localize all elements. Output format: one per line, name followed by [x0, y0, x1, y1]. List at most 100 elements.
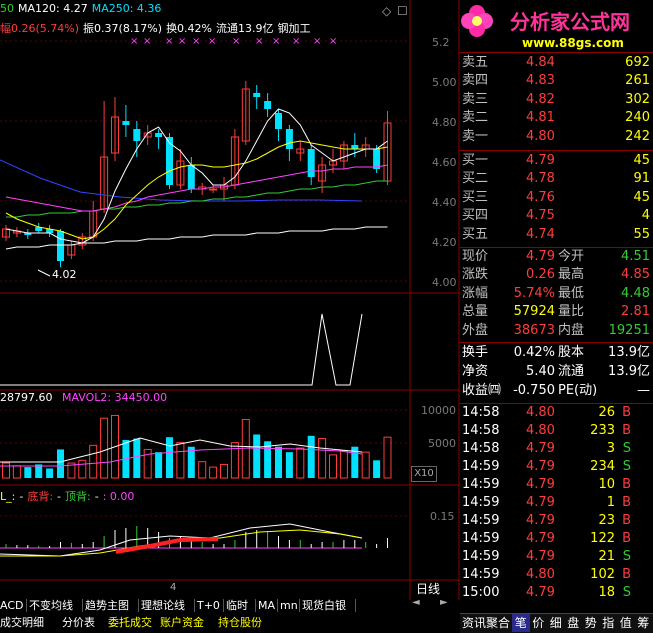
- volume-bar: [57, 449, 64, 478]
- indicator-tab-1[interactable]: 不变均线: [29, 597, 73, 614]
- right-tab-6[interactable]: 指: [600, 614, 618, 632]
- price-axis-label: 4.80: [432, 116, 457, 129]
- function-tab-4[interactable]: 持仓股份: [218, 615, 262, 631]
- price-axis-label: 4.00: [432, 276, 457, 289]
- indicator-tab-5[interactable]: 临时: [226, 597, 248, 614]
- order-price: 4.78: [526, 171, 555, 187]
- macd-label-4: 顶背:: [65, 490, 91, 503]
- tick-price: 4.79: [526, 549, 555, 564]
- tick-list[interactable]: 14:58 4.80 26 B 14:58 4.80 233 B 14:58 4.79 3 S 14:5…: [460, 404, 653, 602]
- signal-marker: ×: [292, 36, 301, 47]
- function-tab-1[interactable]: 分价表: [62, 615, 95, 631]
- stat-value: 2.81: [621, 304, 650, 320]
- buys-row[interactable]: 买三 4.76 45: [460, 189, 653, 207]
- sells-row[interactable]: 卖二 4.81 240: [460, 109, 653, 127]
- tick-price: 4.80: [526, 423, 555, 438]
- stat-label: 现价: [462, 249, 489, 264]
- order-price: 4.83: [526, 73, 555, 89]
- right-tab-4[interactable]: 盘: [565, 614, 583, 632]
- stat-value: —: [637, 383, 650, 398]
- right-tab-2[interactable]: 价: [530, 614, 548, 632]
- order-label: 卖四: [462, 73, 489, 89]
- tick-volume: 102: [590, 567, 615, 582]
- function-tab-2[interactable]: 委托成交: [108, 615, 152, 631]
- order-label: 买四: [462, 208, 489, 224]
- right-tab-0[interactable]: 资讯聚合: [460, 614, 512, 632]
- tick-price: 4.79: [526, 459, 555, 474]
- volume-bar: [275, 446, 282, 478]
- buys-row[interactable]: 买四 4.75 4: [460, 207, 653, 225]
- right-tab-7[interactable]: 值: [617, 614, 635, 632]
- volume-bar: [318, 438, 327, 479]
- stat-label: 涨跌: [462, 267, 489, 283]
- tick-row: 14:58 4.79 3 S: [460, 440, 653, 458]
- tick-bs: S: [622, 459, 631, 474]
- period-label[interactable]: 日线: [416, 580, 440, 597]
- stat-value: 57924: [513, 304, 555, 320]
- right-tab-1[interactable]: 笔: [512, 614, 530, 632]
- buys-row[interactable]: 买二 4.78 91: [460, 170, 653, 188]
- tick-row: 14:58 4.80 233 B: [460, 422, 653, 440]
- tab-separator: [26, 599, 27, 612]
- indicator-labels: 28797.60 MAVOL2: 34450.00: [0, 391, 167, 404]
- chart-area[interactable]: [0, 0, 460, 600]
- indicator-line: [0, 313, 363, 386]
- scroll-right-icon[interactable]: ►: [440, 597, 448, 608]
- indicator-tab-3[interactable]: 理想论线: [141, 597, 185, 614]
- stat-value: 4.79: [526, 249, 555, 264]
- scroll-left-icon[interactable]: ◄: [412, 597, 420, 608]
- volume-bar: [339, 450, 348, 479]
- stat-value: 0.42%: [513, 345, 555, 360]
- indicator-tab-4[interactable]: T+0: [197, 597, 220, 614]
- quote-stats: 现价 4.79 今开 4.51 涨跌 0.26 最高 4.85 涨幅 5.74% 最低 4.48 总量 5…: [460, 248, 653, 340]
- sells-row[interactable]: 卖四 4.83 261: [460, 72, 653, 90]
- signal-marker: ×: [232, 36, 241, 47]
- tick-price: 4.79: [526, 585, 555, 600]
- sells-row[interactable]: 卖一 4.80 242: [460, 128, 653, 146]
- tick-bs: B: [622, 495, 631, 510]
- tick-volume: 18: [598, 585, 615, 600]
- order-price: 4.76: [526, 189, 555, 205]
- ma-info-line: 50 MA120: 4.27 MA250: 4.36: [0, 2, 169, 15]
- signal-marker: ×: [165, 36, 174, 47]
- tick-bs: B: [622, 477, 631, 492]
- volume-bar: [89, 444, 98, 479]
- mavol-value: MAVOL2: 34450.00: [62, 391, 168, 404]
- indicator-tab-8[interactable]: 现货白银: [302, 597, 346, 614]
- volume-bar: [209, 466, 218, 479]
- indicator-tab-7[interactable]: mn: [280, 597, 298, 614]
- indicator-tab-0[interactable]: ACD: [0, 597, 23, 614]
- stat-label: 内盘: [558, 322, 585, 338]
- function-tab-0[interactable]: 成交明细: [0, 615, 44, 631]
- order-price: 4.82: [526, 91, 555, 107]
- price-info-3: 流通13.9亿: [216, 22, 274, 35]
- indicator-tab-2[interactable]: 趋势主图: [85, 597, 129, 614]
- ma-info-1: MA120: 4.27: [18, 2, 88, 15]
- stat-value: 4.48: [621, 285, 650, 301]
- stat-label: 总量: [462, 304, 489, 320]
- buys-row[interactable]: 买一 4.79 45: [460, 152, 653, 170]
- right-tab-8[interactable]: 筹: [635, 614, 653, 632]
- sells-row[interactable]: 卖五 4.84 692: [460, 54, 653, 72]
- order-label: 买五: [462, 226, 489, 242]
- tick-bs: B: [622, 423, 631, 438]
- tick-row: 14:59 4.79 234 S: [460, 458, 653, 476]
- tick-volume: 23: [598, 513, 615, 528]
- buys-row[interactable]: 买五 4.74 55: [460, 226, 653, 244]
- tick-price: 4.79: [526, 531, 555, 546]
- diamond-icon[interactable]: ◇: [382, 4, 391, 18]
- tick-price: 4.79: [526, 477, 555, 492]
- order-label: 卖三: [462, 91, 489, 107]
- right-tab-3[interactable]: 细: [547, 614, 565, 632]
- stat-value: 38673: [513, 322, 555, 338]
- indicator-tab-6[interactable]: MA: [258, 597, 275, 614]
- logo-area: 分析家公式网 www.88gs.com: [460, 0, 653, 50]
- close-icon[interactable]: ☐: [397, 4, 408, 18]
- candle-body: [351, 145, 359, 149]
- tick-volume: 1: [606, 495, 615, 510]
- tick-volume: 233: [590, 423, 615, 438]
- function-tab-3[interactable]: 账户资金: [160, 615, 204, 631]
- right-tab-5[interactable]: 势: [582, 614, 600, 632]
- x10-button[interactable]: X10: [411, 466, 437, 482]
- sells-row[interactable]: 卖三 4.82 302: [460, 91, 653, 109]
